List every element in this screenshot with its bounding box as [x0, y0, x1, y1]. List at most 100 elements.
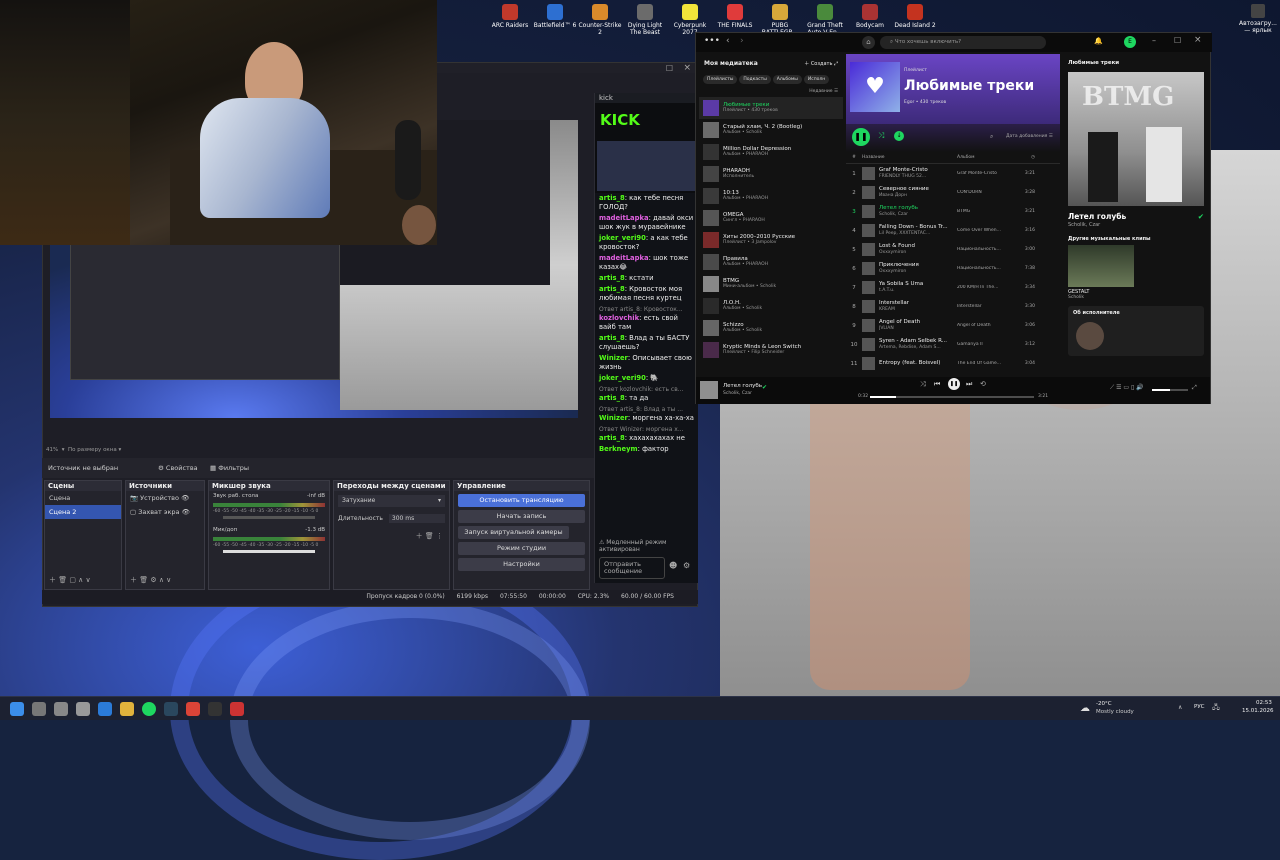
source-item-device[interactable]: 📷 Устройство 👁 — [126, 491, 204, 505]
clock-date[interactable]: 15.01.2026 — [1242, 708, 1274, 714]
search-input[interactable]: ⌕ Что хочешь включить? — [880, 36, 1046, 49]
clock-time[interactable]: 02:53 — [1256, 700, 1272, 706]
search-icon[interactable] — [32, 702, 46, 716]
explorer-icon[interactable] — [98, 702, 112, 716]
library-item[interactable]: Любимые треки Плейлист • 430 треков — [699, 97, 843, 119]
stop-stream-button[interactable]: Остановить трансляцию — [458, 494, 585, 507]
desktop-icon[interactable]: Counter-Strike 2 — [578, 4, 622, 36]
volume-slider[interactable] — [223, 550, 315, 553]
play-pause-button[interactable]: ❚❚ — [852, 128, 870, 146]
library-item[interactable]: BTMG Мини-альбом • Scholik — [699, 273, 843, 295]
desktop-icon-autoload[interactable]: Автозагру... — ярлык — [1236, 4, 1280, 34]
desktop-icon[interactable]: Dead Island 2 — [893, 4, 937, 29]
search-icon[interactable]: ⌕ — [990, 133, 993, 141]
desktop-icon[interactable]: Bodycam — [848, 4, 892, 29]
source-toolbar-buttons[interactable]: ＋ 🗑 ⚙ ∧ ∨ — [130, 575, 171, 585]
track-row[interactable]: 4 Falling Down - Bonus Tr... Lil Peep, XXX… — [846, 221, 1060, 240]
avatar[interactable]: E — [1124, 36, 1136, 48]
sort-dropdown[interactable]: Дата добавления ☰ — [1006, 134, 1053, 139]
desktop-icon[interactable]: Battlefield™ 6 — [533, 4, 577, 29]
back-icon[interactable]: ‹ — [726, 36, 730, 46]
desktop-icon[interactable]: THE FINALS — [713, 4, 757, 29]
track-row[interactable]: 9 Angel of Death JVLIAN Angel of Death 3:06 — [846, 316, 1060, 335]
studio-mode-button[interactable]: Режим студии — [458, 542, 585, 555]
desktop-icon[interactable]: Dying Light The Beast — [623, 4, 667, 36]
check-icon[interactable]: ✔ — [1198, 212, 1204, 221]
chat-username[interactable]: kozlovchik — [599, 314, 639, 322]
player-artist[interactable]: Scholik, Czar — [723, 391, 752, 396]
duration-input[interactable]: 300 ms — [388, 514, 445, 523]
library-item[interactable]: Старый хлам, Ч. 2 (Bootleg) Альбом • Scho… — [699, 119, 843, 141]
chat-username[interactable]: artis_8 — [599, 434, 625, 442]
scene-toolbar[interactable]: ＋ 🗑 ▢ ∧ ∨ — [49, 575, 91, 585]
settings-icon[interactable] — [76, 702, 90, 716]
chat-username[interactable]: artis_8 — [599, 285, 625, 293]
weather-desc[interactable]: Mostly cloudy — [1096, 709, 1134, 715]
play-pause-button[interactable]: ❚❚ — [948, 378, 960, 390]
library-item[interactable]: Schizzo Альбом • Scholik — [699, 317, 843, 339]
chat-username[interactable]: Winizer — [599, 414, 628, 422]
forward-icon[interactable]: › — [740, 36, 744, 46]
maximize-icon[interactable]: ☐ — [666, 64, 673, 73]
volume-slider[interactable] — [1152, 389, 1188, 391]
track-row[interactable]: 3 Летел голубь Scholik, Czar BTMG 3:21 — [846, 202, 1060, 221]
steam-icon[interactable] — [164, 702, 178, 716]
shuffle-icon[interactable]: ⤨ — [920, 380, 926, 389]
start-record-button[interactable]: Начать запись — [458, 510, 585, 523]
track-row[interactable]: 7 Ya Sobila S Uma t.A.T.u. 200 KM/H In The.… — [846, 278, 1060, 297]
chat-username[interactable]: artis_8 — [599, 274, 625, 282]
about-artist-card[interactable]: Об исполнителе — [1068, 306, 1204, 356]
track-row[interactable]: 1 Graf Monte-Cristo FRIENDLY THUG 52... Gra… — [846, 164, 1060, 183]
weather-temp[interactable]: -20°C — [1096, 701, 1112, 707]
download-icon[interactable]: ↓ — [894, 131, 904, 141]
transition-buttons[interactable]: ＋ 🗑 ⋮ — [416, 531, 443, 541]
track-row[interactable]: 2 Северное сияние Ивана Дорн CON'DORN 3:28 — [846, 183, 1060, 202]
chat-username[interactable]: madeitLapka — [599, 214, 649, 222]
home-icon[interactable]: ⌂ — [862, 36, 875, 49]
library-item[interactable]: Million Dollar Depression Альбом • PHARAO… — [699, 141, 843, 163]
library-item[interactable]: Л.О.Н. Альбом • Scholik — [699, 295, 843, 317]
chat-username[interactable]: joker_veri90 — [599, 234, 646, 242]
track-row[interactable]: 10 Syren - Adam Selbek R... Artema, Rebdis… — [846, 335, 1060, 354]
filter-chip[interactable]: Исполн — [803, 75, 830, 84]
start-icon[interactable] — [10, 702, 24, 716]
obs-icon[interactable] — [208, 702, 222, 716]
scene-item-selected[interactable]: Сцена 2 — [45, 505, 121, 519]
previous-icon[interactable]: ⏮ — [934, 380, 940, 389]
scene-item[interactable]: Сцена — [45, 491, 121, 505]
chat-username[interactable]: madeitLapka — [599, 254, 649, 262]
network-icon[interactable]: 🖧 — [1212, 703, 1220, 714]
fullscreen-icon[interactable]: ⤢ — [1192, 384, 1197, 392]
chat-username[interactable]: Berkneym — [599, 445, 638, 453]
settings-button[interactable]: Настройки — [458, 558, 585, 571]
chrome-icon[interactable] — [186, 702, 200, 716]
track-row[interactable]: 8 Interstellar KREAM Interstellar 3:30 — [846, 297, 1060, 316]
desktop-icon[interactable]: ARC Raiders — [488, 4, 532, 29]
filter-chip[interactable]: Альбомы — [772, 75, 802, 84]
chat-username[interactable]: artis_8 — [599, 334, 625, 342]
minimize-icon[interactable]: – — [1152, 36, 1156, 45]
sort-recent[interactable]: Недавние ☰ — [699, 86, 843, 97]
library-item[interactable]: OMEGA Сингл • PHARAOH — [699, 207, 843, 229]
check-icon[interactable]: ✔ — [762, 384, 767, 391]
close-icon[interactable]: × — [1194, 35, 1202, 45]
player-title[interactable]: Летел голубь — [723, 383, 762, 389]
track-row[interactable]: 11 Entropy (feat. Boisvel) The End Of Game… — [846, 354, 1060, 373]
maximize-icon[interactable]: ☐ — [1174, 36, 1181, 45]
library-item[interactable]: Kryptic Minds & Leon Switch Плейлист • Fi… — [699, 339, 843, 361]
folder-icon[interactable] — [120, 702, 134, 716]
next-icon[interactable]: ⏭ — [966, 380, 972, 389]
virtual-camera-button[interactable]: Запуск виртуальной камеры — [458, 526, 569, 539]
chat-input[interactable]: Отправить сообщение — [599, 557, 665, 579]
zoom-indicator[interactable]: 41% ▾ По размеру окна ▾ — [46, 447, 121, 453]
shuffle-icon[interactable]: ⤨ — [878, 131, 884, 141]
app-icon[interactable] — [230, 702, 244, 716]
close-icon[interactable]: × — [683, 63, 691, 73]
chat-username[interactable]: artis_8 — [599, 394, 625, 402]
bell-icon[interactable]: 🔔 — [1094, 37, 1103, 45]
properties-tab[interactable]: ⚙ Свойства — [158, 464, 198, 472]
library-item[interactable]: 10:13 Альбом • PHARAOH — [699, 185, 843, 207]
filter-chip[interactable]: Плейлисты — [703, 75, 738, 84]
track-row[interactable]: 6 Приключения Oxxxymiron Национальность... 7… — [846, 259, 1060, 278]
library-item[interactable]: Хиты 2000–2010 Русские Плейлист • 3 Jampo… — [699, 229, 843, 251]
